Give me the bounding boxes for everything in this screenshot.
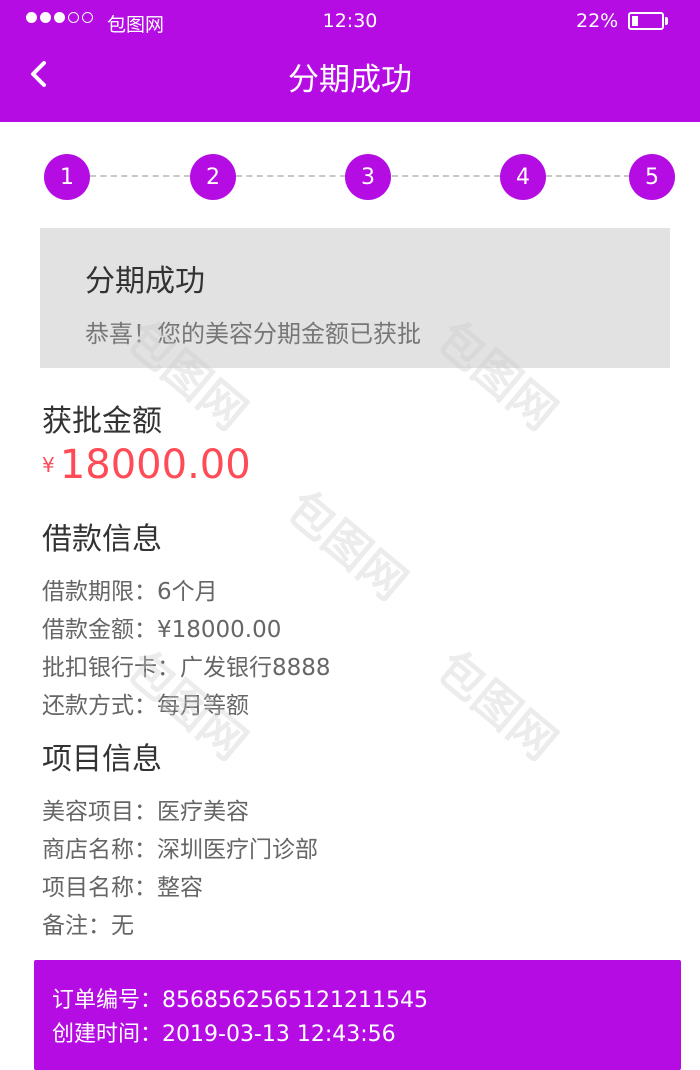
order-number-row: 订单编号：8568562565121211545 <box>52 982 428 1014</box>
row-value: 整容 <box>157 875 203 901</box>
header-bar: 包图网 12:30 22% 分期成功 <box>0 0 700 122</box>
row-value: 广发银行8888 <box>180 655 331 681</box>
repayment-method-row: 还款方式：每月等额 <box>42 686 249 720</box>
row-label: 备注： <box>42 913 111 939</box>
step-2: 2 <box>190 154 236 200</box>
row-label: 借款金额： <box>42 617 157 643</box>
battery-icon <box>628 12 664 30</box>
row-value: 深圳医疗门诊部 <box>157 837 318 863</box>
currency-symbol: ¥ <box>42 453 55 477</box>
project-name-row: 项目名称：整容 <box>42 868 203 902</box>
remark-row: 备注：无 <box>42 906 134 940</box>
row-label: 借款期限： <box>42 579 157 605</box>
project-info-title: 项目信息 <box>42 742 162 777</box>
step-3: 3 <box>345 154 391 200</box>
loan-term-row: 借款期限：6个月 <box>42 572 218 606</box>
success-notice: 分期成功 恭喜！您的美容分期金额已获批 <box>40 228 670 368</box>
bank-card-row: 批扣银行卡：广发银行8888 <box>42 648 331 682</box>
loan-info-title: 借款信息 <box>42 522 162 557</box>
loan-amount-row: 借款金额：¥18000.00 <box>42 610 281 644</box>
row-value: 医疗美容 <box>157 799 249 825</box>
row-value: 无 <box>111 913 134 939</box>
step-indicator: 1 2 3 4 5 <box>0 150 700 206</box>
order-info-card: 订单编号：8568562565121211545 创建时间：2019-03-13… <box>34 960 681 1070</box>
row-value: 每月等额 <box>157 693 249 719</box>
row-label: 项目名称： <box>42 875 157 901</box>
row-label: 创建时间： <box>52 1022 163 1047</box>
page-title: 分期成功 <box>288 62 412 98</box>
created-time-row: 创建时间：2019-03-13 12:43:56 <box>52 1016 396 1048</box>
amount-value: 18000.00 <box>59 442 251 488</box>
battery-fill <box>632 16 638 26</box>
step-connector <box>392 175 500 177</box>
step-connector <box>90 175 190 177</box>
row-label: 订单编号： <box>52 988 163 1013</box>
success-title: 分期成功 <box>85 264 205 299</box>
order-number: 8568562565121211545 <box>162 988 428 1013</box>
success-subtitle: 恭喜！您的美容分期金额已获批 <box>85 320 421 348</box>
status-bar: 包图网 12:30 22% <box>0 0 700 44</box>
row-label: 批扣银行卡： <box>42 655 180 681</box>
battery-percentage: 22% <box>576 10 619 32</box>
row-value: ¥18000.00 <box>157 617 282 643</box>
step-connector <box>546 175 630 177</box>
row-label: 商店名称： <box>42 837 157 863</box>
beauty-project-row: 美容项目：医疗美容 <box>42 792 249 826</box>
watermark: 包图网 <box>276 480 418 611</box>
step-5: 5 <box>629 154 675 200</box>
step-4: 4 <box>500 154 546 200</box>
row-value: 6个月 <box>157 579 218 605</box>
approved-amount-title: 获批金额 <box>42 404 162 439</box>
watermark: 包图网 <box>426 640 568 771</box>
row-label: 还款方式： <box>42 693 157 719</box>
step-1: 1 <box>44 154 90 200</box>
row-label: 美容项目： <box>42 799 157 825</box>
step-connector <box>236 175 346 177</box>
battery-tip <box>665 17 668 25</box>
approved-amount: ¥ 18000.00 <box>42 442 251 488</box>
store-name-row: 商店名称：深圳医疗门诊部 <box>42 830 318 864</box>
created-time: 2019-03-13 12:43:56 <box>162 1022 396 1047</box>
